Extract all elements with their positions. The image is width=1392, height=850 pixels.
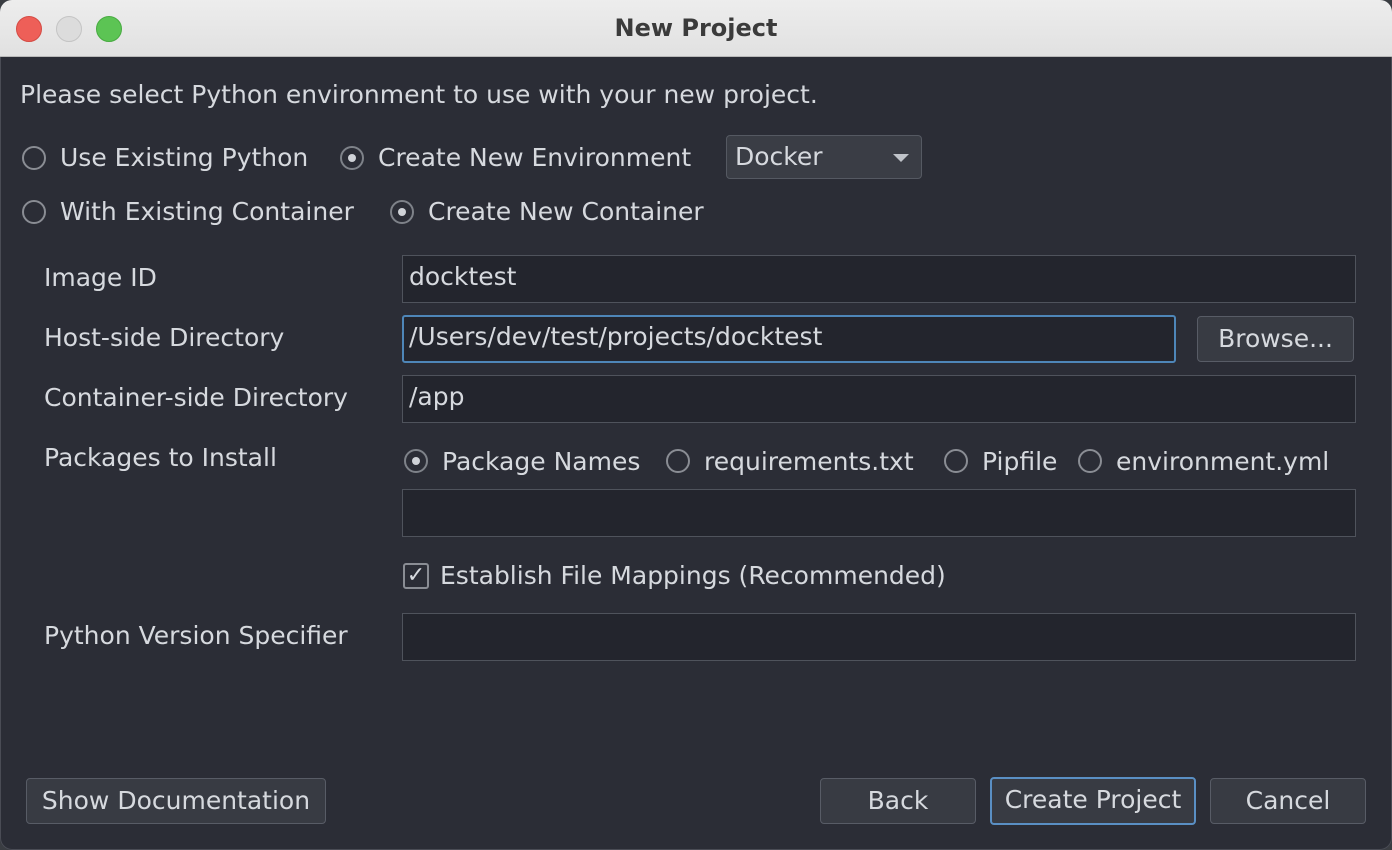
show-documentation-button[interactable]: Show Documentation	[26, 778, 326, 824]
back-button[interactable]: Back	[820, 778, 976, 824]
with-existing-container-label[interactable]: With Existing Container	[60, 197, 354, 227]
package-names-label[interactable]: Package Names	[442, 447, 640, 477]
packages-label: Packages to Install	[44, 443, 277, 472]
create-new-environment-radio[interactable]	[340, 146, 364, 170]
file-mappings-label[interactable]: Establish File Mappings (Recommended)	[440, 561, 946, 591]
requirements-txt-label[interactable]: requirements.txt	[704, 447, 914, 477]
file-mappings-checkbox[interactable]: ✓	[403, 563, 429, 589]
use-existing-python-radio[interactable]	[22, 146, 46, 170]
environment-type-value: Docker	[735, 142, 823, 171]
window-title: New Project	[614, 14, 778, 42]
pipfile-radio[interactable]	[944, 449, 968, 473]
container-directory-field[interactable]: /app	[402, 375, 1356, 423]
pipfile-label[interactable]: Pipfile	[982, 447, 1057, 477]
environment-yml-radio[interactable]	[1078, 449, 1102, 473]
python-version-field[interactable]	[402, 613, 1356, 661]
chevron-down-icon	[893, 154, 909, 162]
title-bar: New Project	[0, 0, 1392, 57]
image-id-field[interactable]: docktest	[402, 255, 1356, 303]
intro-text: Please select Python environment to use …	[20, 80, 818, 109]
image-id-label: Image ID	[44, 263, 157, 292]
package-names-radio[interactable]	[404, 449, 428, 473]
environment-type-select[interactable]: Docker	[726, 135, 922, 179]
create-new-environment-label[interactable]: Create New Environment	[378, 143, 691, 173]
new-project-dialog: New Project Please select Python environ…	[0, 0, 1392, 850]
create-new-container-radio[interactable]	[390, 200, 414, 224]
create-project-button[interactable]: Create Project	[990, 777, 1196, 825]
python-version-label: Python Version Specifier	[44, 621, 348, 650]
use-existing-python-label[interactable]: Use Existing Python	[60, 143, 308, 173]
container-directory-label: Container-side Directory	[44, 383, 348, 412]
create-new-container-label[interactable]: Create New Container	[428, 197, 704, 227]
packages-field[interactable]	[402, 489, 1356, 537]
environment-yml-label[interactable]: environment.yml	[1116, 447, 1329, 477]
host-directory-label: Host-side Directory	[44, 323, 285, 352]
with-existing-container-radio[interactable]	[22, 200, 46, 224]
requirements-txt-radio[interactable]	[666, 449, 690, 473]
browse-button[interactable]: Browse...	[1197, 316, 1354, 362]
host-directory-field[interactable]: /Users/dev/test/projects/docktest	[402, 315, 1176, 363]
cancel-button[interactable]: Cancel	[1210, 778, 1366, 824]
